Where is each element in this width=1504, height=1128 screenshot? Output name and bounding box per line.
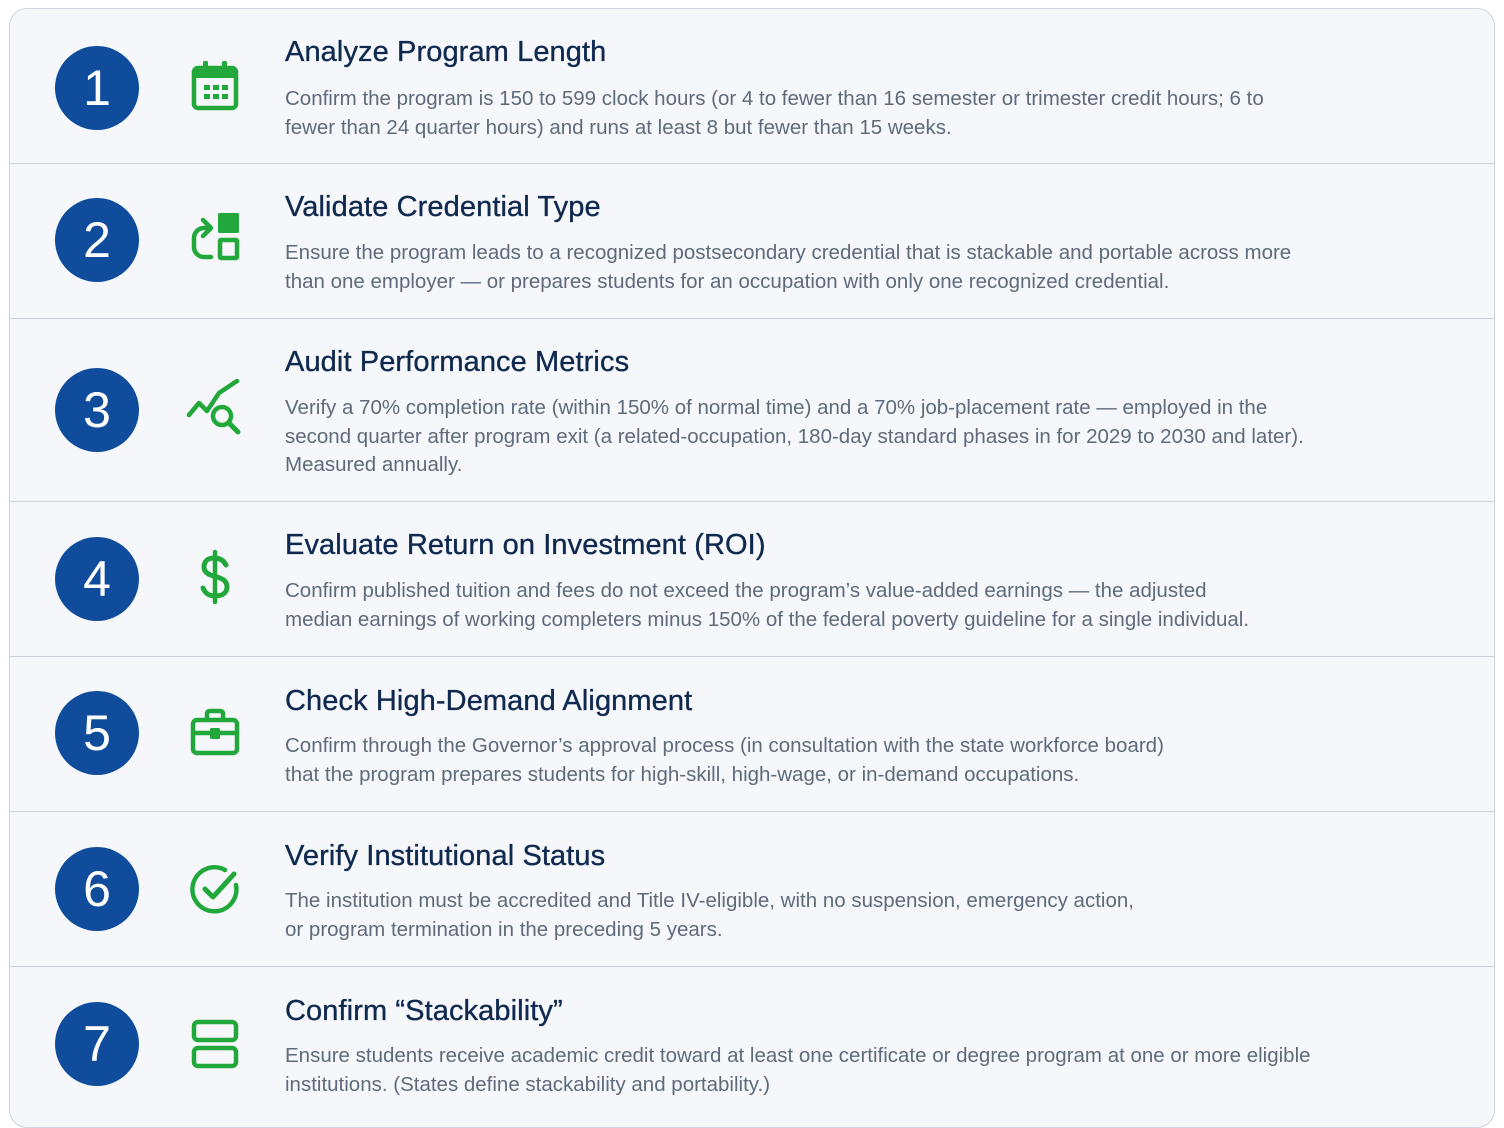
step-title: Confirm “Stackability” <box>285 995 563 1027</box>
check-circle-icon <box>185 859 245 919</box>
step-description: Confirm published tuition and fees do no… <box>285 579 1250 631</box>
calendar-icon <box>185 57 245 117</box>
step-7: 7 Confirm “Stackability” Ensure students… <box>10 967 1494 1127</box>
checklist-card: 1 Analyze Program Length Confirm the pro… <box>9 8 1495 1128</box>
step-title: Evaluate Return on Investment (ROI) <box>285 529 766 561</box>
step-number-badge: 5 <box>55 691 139 775</box>
step-title: Analyze Program Length <box>285 36 607 68</box>
step-description: Confirm the program is 150 to 599 clock … <box>285 87 1264 139</box>
step-number-badge: 1 <box>55 46 139 130</box>
dollar-icon <box>185 547 245 607</box>
step-number-badge: 4 <box>55 537 139 621</box>
stacked-rows-icon <box>185 1014 245 1074</box>
step-number-badge: 3 <box>55 368 139 452</box>
step-5: 5 Check High-Demand Alignment Confirm th… <box>10 657 1494 812</box>
step-4: 4 Evaluate Return on Investment (ROI) Co… <box>10 502 1494 657</box>
step-description: Ensure students receive academic credit … <box>285 1044 1311 1096</box>
chart-search-icon <box>185 379 245 439</box>
step-title: Validate Credential Type <box>285 191 601 223</box>
step-number-badge: 2 <box>55 198 139 282</box>
briefcase-icon <box>185 703 245 763</box>
step-description: Confirm through the Governor’s approval … <box>285 734 1164 786</box>
step-description: The institution must be accredited and T… <box>285 889 1134 941</box>
step-2: 2 Validate Credential Type Ensure the pr… <box>10 164 1494 319</box>
step-3: 3 Audit Performance Metrics Verify a 70%… <box>10 319 1494 502</box>
step-number-badge: 7 <box>55 1002 139 1086</box>
step-description: Verify a 70% completion rate (within 150… <box>285 396 1304 476</box>
step-1: 1 Analyze Program Length Confirm the pro… <box>10 9 1494 164</box>
step-title: Verify Institutional Status <box>285 840 606 872</box>
stack-arrow-icon <box>185 208 245 268</box>
step-title: Audit Performance Metrics <box>285 346 630 378</box>
step-number-badge: 6 <box>55 847 139 931</box>
step-description: Ensure the program leads to a recognized… <box>285 241 1292 293</box>
step-6: 6 Verify Institutional Status The instit… <box>10 812 1494 967</box>
step-title: Check High-Demand Alignment <box>285 685 693 717</box>
